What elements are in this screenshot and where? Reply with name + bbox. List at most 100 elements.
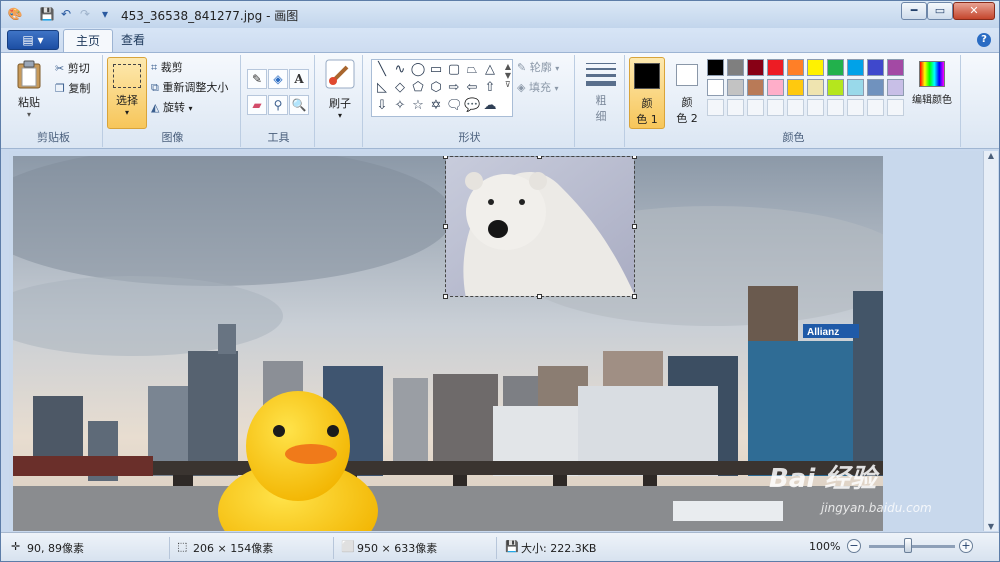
selection-handle-top-right[interactable] xyxy=(632,156,637,159)
brush-dropdown-icon[interactable]: ▾ xyxy=(321,111,359,120)
palette-swatch-empty[interactable] xyxy=(707,99,724,116)
undo-icon[interactable]: ↶ xyxy=(58,6,74,22)
palette-swatch[interactable] xyxy=(727,59,744,76)
redo-icon[interactable]: ↷ xyxy=(77,6,93,22)
zoom-in-button[interactable]: + xyxy=(959,539,973,553)
pentagon-shape-icon[interactable]: ⬠ xyxy=(410,80,426,96)
vertical-scrollbar[interactable]: ▲ ▼ xyxy=(983,151,998,531)
six-point-star-shape-icon[interactable]: ✡ xyxy=(428,98,444,114)
palette-swatch[interactable] xyxy=(707,79,724,96)
quick-access-dropdown-icon[interactable]: ▾ xyxy=(97,6,113,22)
triangle-shape-icon[interactable]: △ xyxy=(482,62,498,78)
palette-swatch[interactable] xyxy=(767,59,784,76)
palette-swatch[interactable] xyxy=(887,79,904,96)
eraser-icon[interactable]: ▰ xyxy=(247,95,267,115)
selection-handle-top[interactable] xyxy=(537,156,542,159)
crop-button[interactable]: ⌗ 裁剪 xyxy=(151,59,183,77)
palette-swatch-empty[interactable] xyxy=(787,99,804,116)
minimize-button[interactable]: ━ xyxy=(901,2,927,20)
four-point-star-shape-icon[interactable]: ✧ xyxy=(392,98,408,114)
fill-bucket-icon[interactable]: ◈ xyxy=(268,69,288,89)
rounded-rectangle-shape-icon[interactable]: ▢ xyxy=(446,62,462,78)
selection-handle-bottom[interactable] xyxy=(537,294,542,299)
brush-button[interactable]: 刷子 ▾ xyxy=(321,59,359,129)
five-point-star-shape-icon[interactable]: ☆ xyxy=(410,98,426,114)
palette-swatch[interactable] xyxy=(807,59,824,76)
down-arrow-shape-icon[interactable]: ⇩ xyxy=(374,98,390,114)
select-button[interactable]: 选择 ▾ xyxy=(107,57,147,129)
select-dropdown-icon[interactable]: ▾ xyxy=(108,108,146,117)
tab-home[interactable]: 主页 xyxy=(63,29,114,52)
zoom-slider-thumb[interactable] xyxy=(904,538,912,553)
selection-handle-bottom-left[interactable] xyxy=(443,294,448,299)
outline-button[interactable]: ✎ 轮廓 ▾ xyxy=(517,59,559,77)
palette-swatch-empty[interactable] xyxy=(807,99,824,116)
file-menu-button[interactable]: ▤ ▾ xyxy=(7,30,59,50)
fill-button[interactable]: ◈ 填充 ▾ xyxy=(517,79,558,97)
palette-swatch[interactable] xyxy=(867,79,884,96)
zoom-slider[interactable] xyxy=(869,545,955,548)
palette-swatch[interactable] xyxy=(787,59,804,76)
palette-swatch-empty[interactable] xyxy=(727,99,744,116)
palette-swatch[interactable] xyxy=(847,59,864,76)
palette-swatch[interactable] xyxy=(827,59,844,76)
selection-handle-bottom-right[interactable] xyxy=(632,294,637,299)
magnifier-icon[interactable]: 🔍 xyxy=(289,95,309,115)
palette-swatch-empty[interactable] xyxy=(747,99,764,116)
palette-swatch-empty[interactable] xyxy=(827,99,844,116)
tab-view[interactable]: 查看 xyxy=(109,29,157,52)
palette-swatch-empty[interactable] xyxy=(867,99,884,116)
selection-handle-right[interactable] xyxy=(632,224,637,229)
hexagon-shape-icon[interactable]: ⬡ xyxy=(428,80,444,96)
rotate-button[interactable]: ◭ 旋转 ▾ xyxy=(151,99,192,117)
scroll-up-icon[interactable]: ▲ xyxy=(984,151,998,160)
oval-shape-icon[interactable]: ◯ xyxy=(410,62,426,78)
right-triangle-shape-icon[interactable]: ◺ xyxy=(374,80,390,96)
line-shape-icon[interactable]: ╲ xyxy=(374,62,390,78)
color2-button[interactable]: 颜 色 2 xyxy=(669,57,705,129)
canvas-image[interactable]: Allianz xyxy=(13,156,883,531)
diamond-shape-icon[interactable]: ◇ xyxy=(392,80,408,96)
right-arrow-shape-icon[interactable]: ⇨ xyxy=(446,80,462,96)
resize-button[interactable]: ⧉ 重新调整大小 xyxy=(151,79,228,97)
paste-dropdown-icon[interactable]: ▾ xyxy=(9,110,49,119)
maximize-button[interactable]: ▭ xyxy=(927,2,953,20)
help-icon[interactable]: ? xyxy=(977,33,991,47)
pencil-tool-icon[interactable]: ✎ xyxy=(247,69,267,89)
edit-colors-button[interactable]: 编辑颜色 xyxy=(907,59,957,129)
size-button[interactable]: 粗 细 xyxy=(581,59,621,129)
palette-swatch[interactable] xyxy=(887,59,904,76)
close-button[interactable]: ✕ xyxy=(953,2,995,20)
polygon-shape-icon[interactable]: ⏢ xyxy=(464,62,480,78)
palette-swatch[interactable] xyxy=(707,59,724,76)
curve-shape-icon[interactable]: ∿ xyxy=(392,62,408,78)
color-picker-icon[interactable]: ⚲ xyxy=(268,95,288,115)
palette-swatch[interactable] xyxy=(747,79,764,96)
palette-swatch-empty[interactable] xyxy=(767,99,784,116)
paint-app-icon[interactable]: 🎨 xyxy=(7,6,23,22)
scroll-down-icon[interactable]: ▼ xyxy=(984,522,998,531)
palette-swatch-empty[interactable] xyxy=(847,99,864,116)
shapes-scroll-icon[interactable]: ▲ ▼ ⊽ xyxy=(505,62,511,89)
palette-swatch[interactable] xyxy=(827,79,844,96)
selection-handle-left[interactable] xyxy=(443,224,448,229)
palette-swatch[interactable] xyxy=(727,79,744,96)
selection-box[interactable] xyxy=(445,156,635,297)
palette-swatch[interactable] xyxy=(807,79,824,96)
palette-swatch[interactable] xyxy=(747,59,764,76)
callout-rounded-shape-icon[interactable]: 🗨 xyxy=(446,98,463,114)
shapes-gallery[interactable]: ╲ ∿ ◯ ▭ ▢ ⏢ △ ◺ ◇ ⬠ ⬡ ⇨ ⇦ ⇧ ⇩ ✧ ☆ ✡ 🗨 💬 xyxy=(371,59,513,117)
palette-swatch[interactable] xyxy=(867,59,884,76)
callout-cloud-shape-icon[interactable]: ☁ xyxy=(482,98,498,114)
text-tool-icon[interactable]: A xyxy=(289,69,309,89)
left-arrow-shape-icon[interactable]: ⇦ xyxy=(464,80,480,96)
palette-swatch[interactable] xyxy=(847,79,864,96)
selection-handle-top-left[interactable] xyxy=(443,156,448,159)
color1-button[interactable]: 颜 色 1 xyxy=(629,57,665,129)
zoom-out-button[interactable]: − xyxy=(847,539,861,553)
cut-button[interactable]: ✂ 剪切 xyxy=(55,60,90,78)
up-arrow-shape-icon[interactable]: ⇧ xyxy=(482,80,498,96)
palette-swatch[interactable] xyxy=(787,79,804,96)
save-icon[interactable]: 💾 xyxy=(39,6,55,22)
paste-button[interactable]: 粘贴 ▾ xyxy=(9,59,49,129)
